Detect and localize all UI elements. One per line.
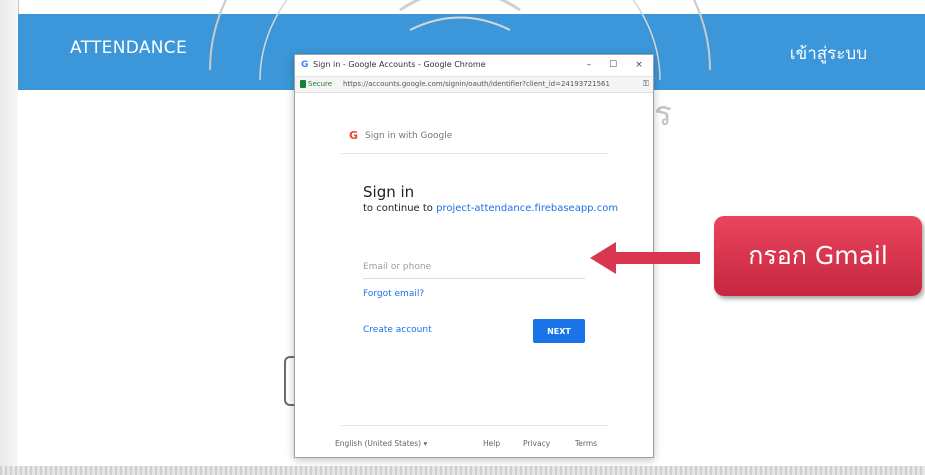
annotation-arrow-icon: [590, 242, 700, 274]
app-domain-link[interactable]: project-attendance.firebaseapp.com: [436, 203, 618, 214]
help-link[interactable]: Help: [483, 439, 500, 448]
popup-window-title: Sign in - Google Accounts - Google Chrom…: [313, 60, 486, 69]
annotation-callout: กรอก Gmail: [714, 216, 922, 296]
continue-prefix: to continue to: [363, 203, 433, 214]
signin-footer: English (United States) ▾ Help Privacy T…: [335, 439, 625, 453]
signin-card: G Sign in with Google Sign in to continu…: [341, 103, 618, 427]
url-text[interactable]: https://accounts.google.com/signin/oauth…: [343, 80, 639, 88]
google-logo-icon: G: [349, 129, 359, 142]
login-link[interactable]: เข้าสู่ระบบ: [790, 40, 867, 67]
google-favicon-icon: G: [301, 60, 309, 70]
create-account-link[interactable]: Create account: [363, 325, 432, 335]
email-field[interactable]: [363, 243, 585, 279]
divider: [341, 153, 609, 154]
lock-icon: [300, 80, 306, 88]
forgot-email-link[interactable]: Forgot email?: [363, 289, 424, 299]
scan-bottom-edge: [0, 466, 925, 475]
close-button[interactable]: ×: [631, 58, 647, 72]
minimize-button[interactable]: –: [581, 58, 597, 72]
popup-titlebar: G Sign in - Google Accounts - Google Chr…: [295, 55, 653, 77]
address-bar[interactable]: Secure https://accounts.google.com/signi…: [295, 77, 653, 93]
app-title: ATTENDANCE: [70, 38, 187, 58]
scan-left-edge: [0, 0, 18, 475]
callout-text: กรอก Gmail: [748, 241, 888, 270]
maximize-button[interactable]: ☐: [605, 58, 621, 72]
privacy-link[interactable]: Privacy: [523, 439, 550, 448]
key-icon[interactable]: ⚿: [643, 79, 649, 89]
signin-heading: Sign in: [363, 183, 415, 201]
next-button[interactable]: NEXT: [533, 319, 585, 343]
terms-link[interactable]: Terms: [575, 439, 597, 448]
secure-label: Secure: [308, 80, 333, 88]
language-select[interactable]: English (United States) ▾: [335, 439, 427, 448]
signin-card-header: Sign in with Google: [365, 131, 453, 141]
continue-text: to continue to project-attendance.fireba…: [363, 203, 618, 214]
divider: [341, 425, 609, 426]
